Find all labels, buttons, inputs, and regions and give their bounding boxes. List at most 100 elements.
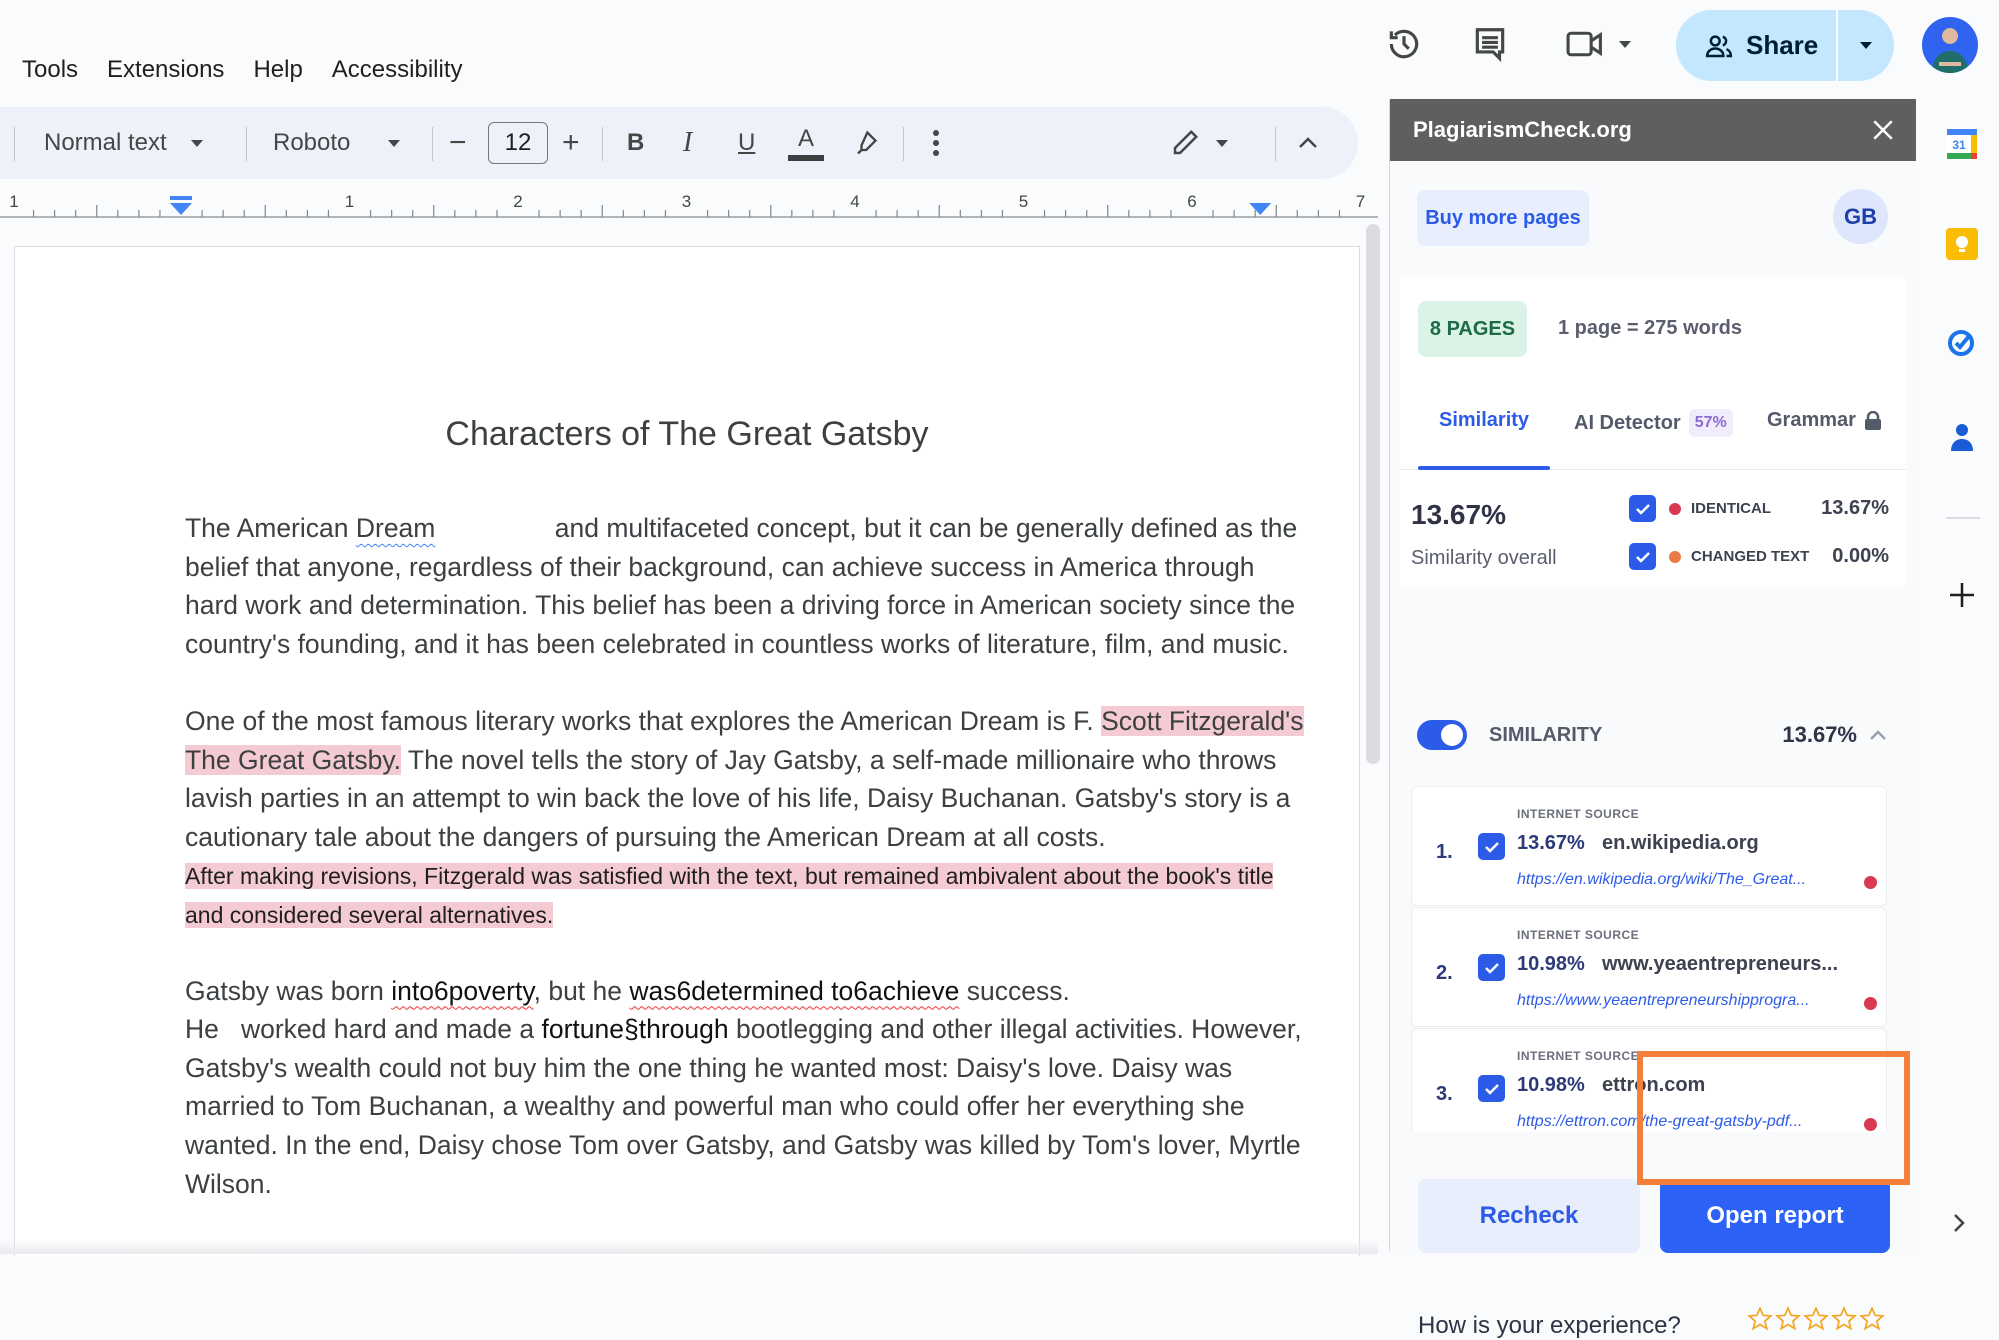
toolbar-divider <box>903 127 904 161</box>
tab-grammar[interactable]: Grammar <box>1767 409 1882 432</box>
comments-icon[interactable] <box>1468 22 1512 66</box>
keep-icon[interactable] <box>1945 227 1979 261</box>
calendar-icon[interactable]: 31 <box>1945 127 1979 161</box>
spelling-error[interactable]: into6poverty <box>391 976 533 1006</box>
user-avatar[interactable]: GB <box>1833 189 1888 244</box>
overall-similarity-label: Similarity overall <box>1411 547 1557 569</box>
paragraph-style-dropdown[interactable]: Normal text <box>44 107 224 179</box>
avatar[interactable] <box>1922 17 1978 73</box>
similarity-toggle[interactable] <box>1417 720 1467 750</box>
tab-ai-detector[interactable]: AI Detector 57% <box>1574 409 1733 437</box>
font-size-input[interactable]: 12 <box>488 122 548 164</box>
legend-identical: IDENTICAL 13.67% <box>1629 495 1889 522</box>
ruler[interactable]: 1 1 2 3 4 5 6 7 <box>0 186 1378 220</box>
chevron-up-icon[interactable] <box>1869 729 1887 741</box>
highlight-color-button[interactable] <box>851 107 879 179</box>
close-icon[interactable] <box>1868 115 1898 145</box>
pages-badge: 8 PAGES <box>1418 301 1527 357</box>
open-report-button[interactable]: Open report <box>1660 1179 1890 1253</box>
star-icon[interactable] <box>1803 1306 1829 1332</box>
source-link[interactable]: https://en.wikipedia.org/wiki/The_Great.… <box>1517 871 1847 889</box>
paragraph: The American Dream and multifaceted conc… <box>185 513 1298 659</box>
ruler-label: 7 <box>1356 192 1365 211</box>
active-tab-indicator <box>1418 466 1550 470</box>
ruler-label: 3 <box>682 192 691 211</box>
legend-changed-text: CHANGED TEXT 0.00% <box>1629 543 1889 570</box>
toolbar-divider <box>602 127 603 161</box>
source-checkbox[interactable] <box>1478 833 1505 860</box>
callout-highlight-box <box>1637 1051 1910 1185</box>
chevron-down-icon <box>190 139 203 147</box>
tasks-icon[interactable] <box>1945 325 1979 359</box>
flagged-text[interactable]: fortune§through <box>541 1014 728 1044</box>
formatting-toolbar: Normal text Roboto − 12 + B I U A <box>0 107 1358 179</box>
bold-button[interactable]: B <box>627 107 644 179</box>
paragraph: Gatsby was born into6poverty, but he was… <box>185 975 1302 1199</box>
add-addon-icon[interactable] <box>1945 578 1979 612</box>
document-title: Characters of The Great Gatsby <box>445 415 929 453</box>
share-button[interactable]: Share <box>1676 10 1836 81</box>
rail-divider <box>1946 517 1980 519</box>
chevron-down-icon <box>1216 139 1228 147</box>
tab-similarity[interactable]: Similarity <box>1439 409 1529 432</box>
source-link[interactable]: https://www.yeaentrepreneurshipprogra... <box>1517 992 1847 1010</box>
text-color-swatch <box>788 155 824 161</box>
document-body[interactable]: The American Dream and multifaceted conc… <box>185 509 1305 1242</box>
decrease-font-size-button[interactable]: − <box>449 107 467 179</box>
grammar-suggestion[interactable]: Dream <box>356 513 548 543</box>
document-scrollbar[interactable] <box>1366 224 1380 764</box>
changed-text-checkbox[interactable] <box>1629 543 1656 570</box>
paragraph: After making revisions, Fitzgerald was s… <box>185 856 1305 933</box>
chevron-right-icon[interactable] <box>1952 1212 1966 1234</box>
identical-color-dot <box>1669 502 1681 515</box>
plagiarism-highlight[interactable]: After making revisions, Fitzgerald was s… <box>185 863 1274 928</box>
source-checkbox[interactable] <box>1478 1075 1505 1102</box>
share-dropdown-button[interactable] <box>1838 10 1894 81</box>
star-icon[interactable] <box>1831 1306 1857 1332</box>
identical-checkbox[interactable] <box>1629 495 1656 522</box>
chevron-down-icon <box>388 139 401 147</box>
check-icon <box>1484 962 1499 974</box>
increase-font-size-button[interactable]: + <box>562 107 580 179</box>
check-icon <box>1635 551 1650 563</box>
page-word-info: 1 page = 275 words <box>1558 317 1742 339</box>
right-indent-marker[interactable] <box>1249 203 1272 215</box>
meet-dropdown-icon[interactable] <box>1619 40 1631 48</box>
rating-stars[interactable] <box>1747 1306 1885 1332</box>
ruler-label: 6 <box>1187 192 1196 211</box>
star-icon[interactable] <box>1775 1306 1801 1332</box>
source-checkbox[interactable] <box>1478 954 1505 981</box>
ruler-label: 1 <box>9 192 18 211</box>
editing-mode-dropdown[interactable] <box>1170 107 1228 179</box>
source-status-dot <box>1864 997 1877 1010</box>
chevron-down-icon <box>1860 42 1872 49</box>
ruler-label: 5 <box>1019 192 1028 211</box>
highlighter-icon <box>857 130 878 155</box>
star-icon[interactable] <box>1747 1306 1773 1332</box>
menu-accessibility[interactable]: Accessibility <box>332 56 463 84</box>
left-indent-marker[interactable] <box>170 196 192 215</box>
source-item[interactable]: 2. INTERNET SOURCE 10.98% www.yeaentrepr… <box>1411 907 1887 1027</box>
font-family-dropdown[interactable]: Roboto <box>273 107 413 179</box>
spelling-error[interactable]: was6determined to6achieve <box>629 976 959 1006</box>
source-item[interactable]: 1. INTERNET SOURCE 13.67% en.wikipedia.o… <box>1411 786 1887 906</box>
meet-icon[interactable] <box>1563 22 1633 66</box>
menu-extensions[interactable]: Extensions <box>107 56 224 84</box>
share-button-group: Share <box>1676 10 1894 81</box>
version-history-icon[interactable] <box>1382 22 1426 66</box>
underline-button[interactable]: U <box>738 107 755 179</box>
similarity-section-header[interactable]: SIMILARITY 13.67% <box>1417 715 1887 755</box>
text-color-button[interactable]: A <box>788 107 824 179</box>
italic-button[interactable]: I <box>683 107 692 179</box>
buy-more-pages-button[interactable]: Buy more pages <box>1417 190 1589 246</box>
document-page[interactable]: Characters of The Great Gatsby The Ameri… <box>14 246 1360 1256</box>
hide-menus-button[interactable] <box>1297 107 1319 179</box>
more-options-button[interactable] <box>932 107 940 179</box>
menu-help[interactable]: Help <box>253 56 302 84</box>
contacts-icon[interactable] <box>1945 420 1979 454</box>
menu-tools[interactable]: Tools <box>22 56 78 84</box>
star-icon[interactable] <box>1859 1306 1885 1332</box>
feedback-prompt: How is your experience? <box>1418 1312 1681 1339</box>
ruler-label: 4 <box>850 192 859 211</box>
recheck-button[interactable]: Recheck <box>1418 1179 1640 1253</box>
